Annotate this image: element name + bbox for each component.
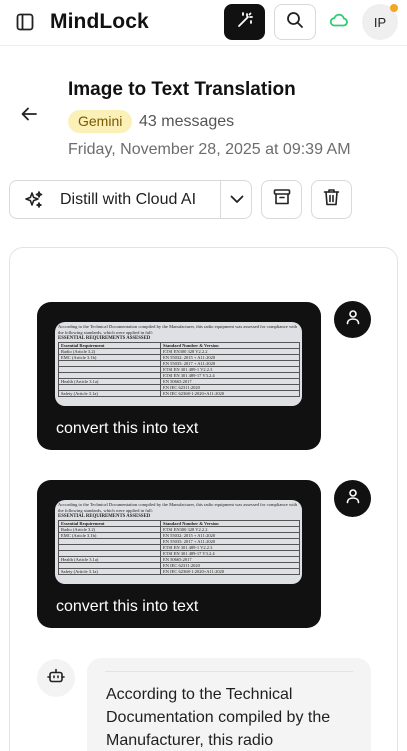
document-image: According to the Technical Documentation… [55,500,302,584]
archive-button[interactable] [261,180,302,219]
user-icon [345,309,361,330]
chat-panel[interactable]: According to the Technical Documentation… [9,247,398,751]
message-text: According to the Technical Documentation… [106,686,331,749]
sparkles-icon [24,190,44,215]
doc-heading: ESSENTIAL REQUIREMENTS ASSESSED [58,336,151,341]
avatar-initials: IP [373,14,387,30]
message-text: convert this into text [56,598,199,615]
cloud-sync-button[interactable] [327,10,351,34]
model-badge: Gemini [68,110,133,133]
search-icon [286,11,304,34]
assistant-message: According to the Technical Documentation… [87,658,371,751]
distill-split-button: Distill with Cloud AI [9,180,252,219]
doc-intro: According to the Technical Documentation… [58,502,298,513]
chevron-down-icon [230,191,244,209]
user-icon [345,488,361,509]
divider [105,671,353,672]
user-avatar [334,480,371,517]
arrow-left-icon [21,107,37,126]
doc-table: Essential Requirement Standard Number & … [57,520,300,575]
conversation-date: Friday, November 28, 2025 at 09:39 AM [68,141,351,158]
magic-wand-icon [235,10,255,35]
sidebar-toggle-icon[interactable] [14,11,36,33]
doc-cell: EN IEC 62368-1:2020+A11:2020 [160,568,300,575]
message-count: 43 messages [139,113,235,130]
doc-cell: Safety (Article 3.1a) [57,568,162,575]
conversation-title: Image to Text Translation [68,79,296,100]
distill-label: Distill with Cloud AI [60,191,197,208]
distill-options-button[interactable] [221,181,252,218]
doc-table: Essential Requirement Standard Number & … [57,342,300,397]
distill-button[interactable]: Distill with Cloud AI [10,181,210,218]
app-title: MindLock [50,10,149,33]
delete-button[interactable] [311,180,352,219]
message-text: convert this into text [56,420,199,437]
user-message: According to the Technical Documentation… [37,480,321,628]
notification-dot [390,4,398,12]
doc-cell: Safety (Article 3.1a) [57,390,162,397]
archive-icon [273,188,291,211]
doc-heading: ESSENTIAL REQUIREMENTS ASSESSED [58,514,151,519]
trash-icon [323,188,340,211]
doc-intro: According to the Technical Documentation… [58,324,298,335]
document-image: According to the Technical Documentation… [55,322,302,406]
back-button[interactable] [18,105,40,127]
doc-cell: EN IEC 62368-1:2020+A11:2020 [160,390,300,397]
magic-wand-button[interactable] [224,4,265,40]
account-avatar[interactable]: IP [362,4,398,40]
user-avatar [334,301,371,338]
attached-image[interactable]: According to the Technical Documentation… [55,500,302,584]
attached-image[interactable]: According to the Technical Documentation… [55,322,302,406]
search-button[interactable] [274,4,316,40]
cloud-icon [329,12,349,33]
bot-icon [47,667,65,690]
assistant-avatar [37,659,75,697]
top-bar: MindLock IP [0,0,407,46]
user-message: According to the Technical Documentation… [37,302,321,450]
